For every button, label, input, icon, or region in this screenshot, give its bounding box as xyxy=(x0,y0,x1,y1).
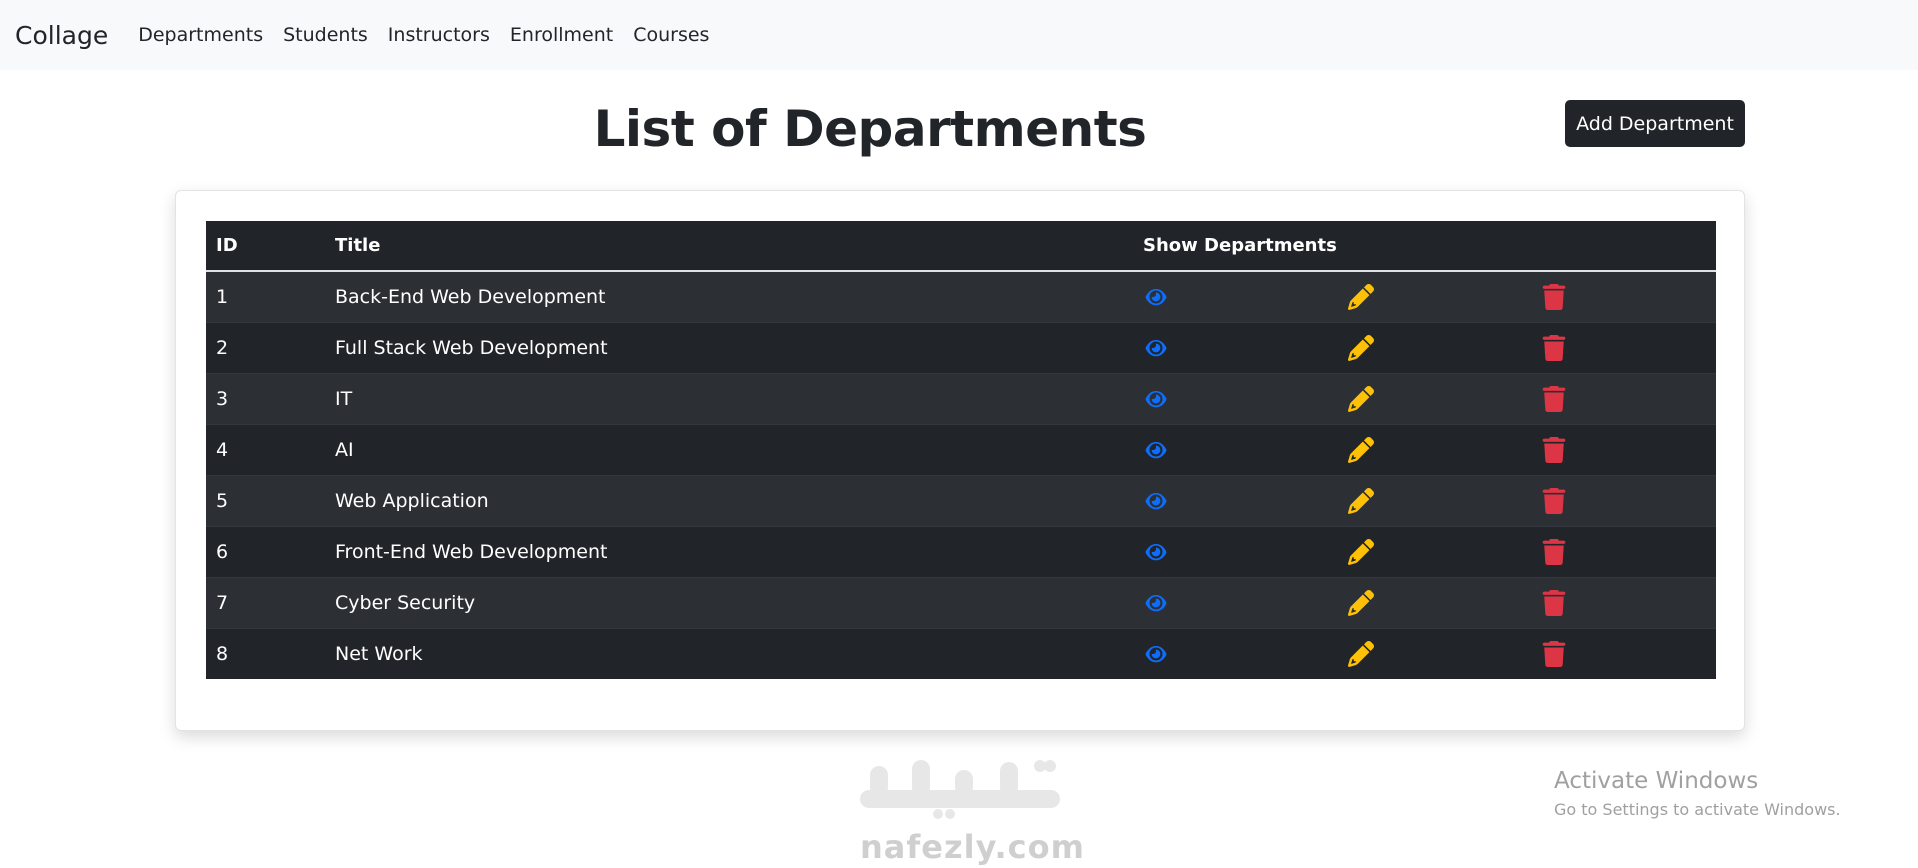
eye-icon-cell xyxy=(1133,525,1338,577)
row-id: 4 xyxy=(206,423,325,475)
row-id: 1 xyxy=(206,270,325,322)
row-id: 3 xyxy=(206,372,325,424)
trash-icon-cell xyxy=(1531,627,1716,679)
navbar-brand[interactable]: Collage xyxy=(15,21,108,50)
pencil-icon[interactable] xyxy=(1348,283,1374,310)
table-row: 7 Cyber Security xyxy=(206,576,1716,628)
pencil-icon[interactable] xyxy=(1348,487,1374,514)
pencil-icon[interactable] xyxy=(1348,538,1374,565)
table-row: 3 IT xyxy=(206,372,1716,424)
pencil-icon[interactable] xyxy=(1348,589,1374,616)
trash-icon[interactable] xyxy=(1541,385,1567,412)
trash-icon-cell xyxy=(1531,525,1716,577)
header-edit xyxy=(1338,221,1531,272)
pencil-icon[interactable] xyxy=(1348,640,1374,667)
pencil-icon-cell xyxy=(1338,270,1531,322)
nav-link-courses[interactable]: Courses xyxy=(633,24,709,46)
eye-icon-cell xyxy=(1133,321,1338,373)
eye-icon-cell xyxy=(1133,474,1338,526)
table-row: 5 Web Application xyxy=(206,474,1716,526)
eye-icon[interactable] xyxy=(1143,641,1169,667)
row-id: 7 xyxy=(206,576,325,628)
pencil-icon[interactable] xyxy=(1348,334,1374,361)
trash-icon[interactable] xyxy=(1541,334,1567,361)
pencil-icon-cell xyxy=(1338,372,1531,424)
header-delete xyxy=(1531,221,1716,272)
trash-icon-cell xyxy=(1531,576,1716,628)
trash-icon[interactable] xyxy=(1541,436,1567,463)
activate-windows-subtitle: Go to Settings to activate Windows. xyxy=(1554,800,1841,819)
page-title: List of Departments xyxy=(593,100,1147,158)
eye-icon[interactable] xyxy=(1143,539,1169,565)
table-body: 1 Back-End Web Development 2 Full Stack Web… xyxy=(206,270,1716,679)
trash-icon-cell xyxy=(1531,270,1716,322)
pencil-icon-cell xyxy=(1338,576,1531,628)
table-row: 4 AI xyxy=(206,423,1716,475)
trash-icon[interactable] xyxy=(1541,487,1567,514)
row-title: Cyber Security xyxy=(325,576,1133,628)
row-title: Back-End Web Development xyxy=(325,270,1133,322)
row-title: IT xyxy=(325,372,1133,424)
eye-icon[interactable] xyxy=(1143,284,1169,310)
nav-link-departments[interactable]: Departments xyxy=(138,24,263,46)
header-title: Title xyxy=(325,221,1133,272)
row-id: 5 xyxy=(206,474,325,526)
eye-icon[interactable] xyxy=(1143,488,1169,514)
pencil-icon-cell xyxy=(1338,321,1531,373)
eye-icon-cell xyxy=(1133,372,1338,424)
eye-icon[interactable] xyxy=(1143,386,1169,412)
row-title: AI xyxy=(325,423,1133,475)
table-row: 8 Net Work xyxy=(206,627,1716,679)
nav-link-instructors[interactable]: Instructors xyxy=(388,24,490,46)
header-show-departments: Show Departments xyxy=(1133,221,1338,272)
row-title: Front-End Web Development xyxy=(325,525,1133,577)
eye-icon[interactable] xyxy=(1143,590,1169,616)
trash-icon-cell xyxy=(1531,474,1716,526)
navbar: Collage Departments Students Instructors… xyxy=(0,0,1918,70)
pencil-icon[interactable] xyxy=(1348,385,1374,412)
trash-icon-cell xyxy=(1531,321,1716,373)
trash-icon[interactable] xyxy=(1541,640,1567,667)
row-id: 2 xyxy=(206,321,325,373)
nav-link-enrollment[interactable]: Enrollment xyxy=(510,24,613,46)
trash-icon-cell xyxy=(1531,423,1716,475)
header-id: ID xyxy=(206,221,325,272)
table-row: 6 Front-End Web Development xyxy=(206,525,1716,577)
trash-icon-cell xyxy=(1531,372,1716,424)
trash-icon[interactable] xyxy=(1541,538,1567,565)
table-row: 1 Back-End Web Development xyxy=(206,270,1716,322)
activate-windows-overlay: Activate Windows Go to Settings to activ… xyxy=(1554,768,1841,819)
row-id: 6 xyxy=(206,525,325,577)
activate-windows-title: Activate Windows xyxy=(1554,768,1759,794)
departments-table-wrapper: ID Title Show Departments 1 Back-End Web … xyxy=(206,221,1716,679)
row-title: Web Application xyxy=(325,474,1133,526)
eye-icon-cell xyxy=(1133,270,1338,322)
pencil-icon[interactable] xyxy=(1348,436,1374,463)
eye-icon-cell xyxy=(1133,576,1338,628)
eye-icon[interactable] xyxy=(1143,335,1169,361)
row-id: 8 xyxy=(206,627,325,679)
row-title: Net Work xyxy=(325,627,1133,679)
add-department-button[interactable]: Add Department xyxy=(1565,100,1745,147)
trash-icon[interactable] xyxy=(1541,589,1567,616)
eye-icon-cell xyxy=(1133,627,1338,679)
nafezly-logo-watermark xyxy=(860,760,1060,819)
pencil-icon-cell xyxy=(1338,525,1531,577)
nafezly-text-watermark: nafezly.com xyxy=(860,828,1085,866)
table-header-row: ID Title Show Departments xyxy=(206,221,1716,272)
eye-icon-cell xyxy=(1133,423,1338,475)
pencil-icon-cell xyxy=(1338,474,1531,526)
trash-icon[interactable] xyxy=(1541,283,1567,310)
departments-table: ID Title Show Departments 1 Back-End Web … xyxy=(206,221,1716,679)
table-row: 2 Full Stack Web Development xyxy=(206,321,1716,373)
departments-card: ID Title Show Departments 1 Back-End Web … xyxy=(175,190,1745,731)
pencil-icon-cell xyxy=(1338,627,1531,679)
pencil-icon-cell xyxy=(1338,423,1531,475)
row-title: Full Stack Web Development xyxy=(325,321,1133,373)
eye-icon[interactable] xyxy=(1143,437,1169,463)
nav-link-students[interactable]: Students xyxy=(283,24,368,46)
